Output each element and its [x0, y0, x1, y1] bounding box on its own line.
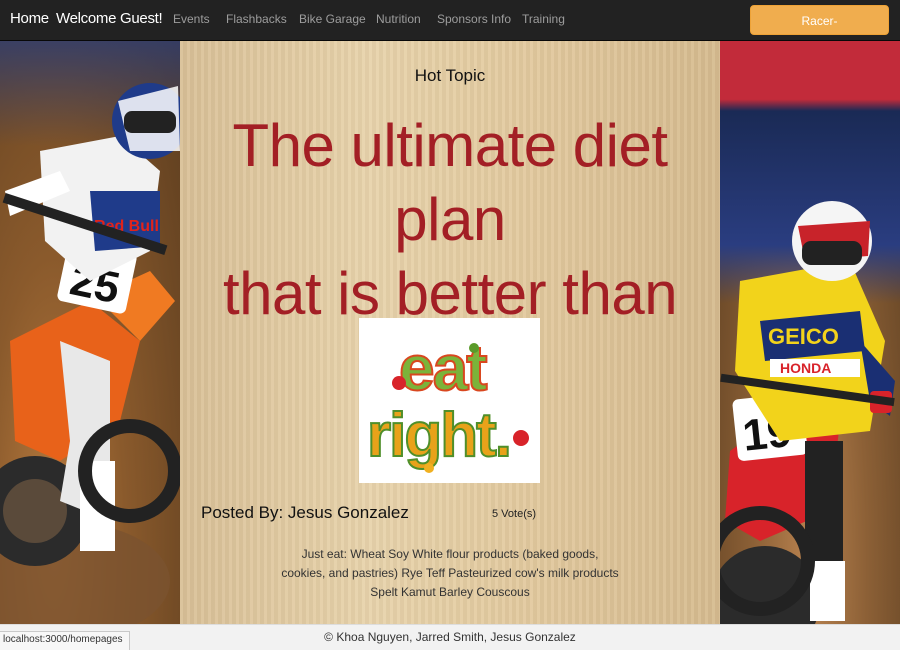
eat-right-illustration: eat right. — [366, 331, 529, 473]
nav-home-link[interactable]: Home — [10, 10, 49, 27]
browser-status-url: localhost:3000/homepages — [0, 631, 130, 650]
posted-by-author: Posted By: Jesus Gonzalez — [201, 503, 409, 522]
right-rider-sponsor-geico: GEICO — [768, 324, 839, 349]
hot-topic-panel: Hot Topic The ultimate diet plan that is… — [180, 41, 720, 624]
nav-link-nutrition[interactable]: Nutrition — [376, 12, 421, 26]
nav-link-sponsors-info[interactable]: Sponsors Info — [437, 12, 511, 26]
post-body-text: Just eat: Wheat Soy White flour products… — [281, 547, 619, 599]
left-rider-illustration: 25 Red Bull — [0, 83, 180, 624]
background-right-rider-photo: 19 GEICO HONDA — [720, 41, 900, 624]
footer-copyright: © Khoa Nguyen, Jarred Smith, Jesus Gonza… — [324, 630, 576, 644]
right-rider-illustration: 19 GEICO HONDA — [720, 201, 895, 624]
right-rider-sponsor-honda: HONDA — [780, 360, 831, 376]
vote-count[interactable]: 5 Vote(s) — [492, 508, 536, 520]
nav-link-training[interactable]: Training — [522, 12, 565, 26]
nav-link-bike-garage[interactable]: Bike Garage — [299, 12, 366, 26]
eat-right-image-line2: right. — [367, 401, 510, 470]
background-left-rider-photo: 25 Red Bull — [0, 41, 180, 624]
footer: © Khoa Nguyen, Jarred Smith, Jesus Gonza… — [0, 624, 900, 650]
eat-right-image: eat right. — [359, 318, 540, 483]
racer-signup-button[interactable]: Racer-Signup/Registration — [750, 5, 889, 58]
eat-right-image-line1: eat — [399, 332, 487, 404]
post-headline-line-1: The ultimate diet plan — [232, 112, 668, 253]
nav-welcome-link[interactable]: Welcome Guest! — [56, 10, 163, 27]
nav-link-flashbacks[interactable]: Flashbacks — [226, 12, 287, 26]
navbar: Home Welcome Guest! Events Flashbacks Bi… — [0, 0, 900, 58]
hot-topic-label: Hot Topic — [414, 66, 486, 85]
nav-link-events[interactable]: Events — [173, 12, 210, 26]
